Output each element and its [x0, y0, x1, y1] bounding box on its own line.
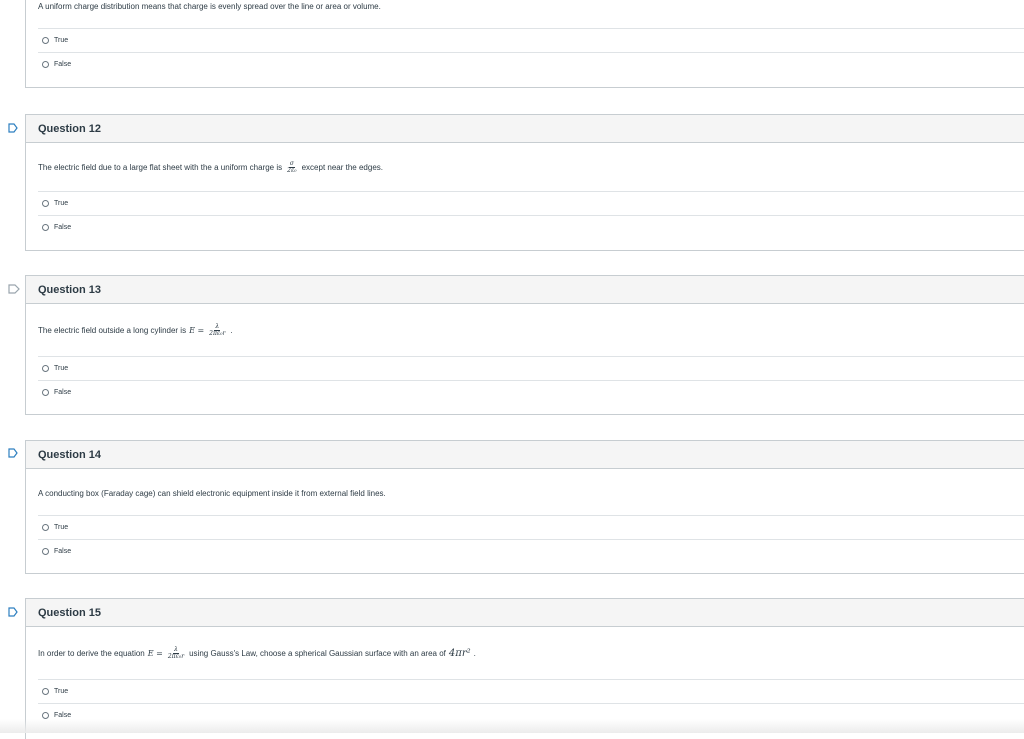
answer-label: True — [54, 524, 69, 531]
question-title: Question 13 — [38, 283, 101, 296]
answer-option-false[interactable]: False — [38, 539, 1024, 563]
radio-button-icon[interactable] — [42, 389, 49, 396]
fraction-lambda-over-2pi-epsilon-r: λ 2πε₀r — [168, 647, 184, 660]
question-13-header: Question 13 — [26, 276, 1024, 304]
question-title: Question 14 — [38, 448, 101, 461]
flag-question-14-icon[interactable] — [8, 448, 18, 458]
answer-option-false[interactable]: False — [38, 380, 1024, 404]
answer-label: True — [54, 365, 69, 372]
answer-option-true[interactable]: True — [38, 191, 1024, 215]
answer-option-true[interactable]: True — [38, 356, 1024, 380]
question-text-part: A conducting box (Faraday cage) can shie… — [38, 489, 386, 498]
answer-label: False — [54, 61, 72, 68]
flag-question-12-icon[interactable] — [8, 123, 18, 133]
question-text-part: . — [473, 649, 476, 658]
question-15-text: In order to derive the equation E = λ 2π… — [38, 647, 476, 660]
radio-button-icon[interactable] — [42, 224, 49, 231]
question-text-part: using Gauss's Law, choose a spherical Ga… — [189, 649, 446, 658]
question-11-text: A uniform charge distribution means that… — [38, 2, 381, 11]
answer-option-true[interactable]: True — [38, 515, 1024, 539]
question-14-text: A conducting box (Faraday cage) can shie… — [38, 489, 386, 498]
answer-label: False — [54, 389, 72, 396]
fraction-sigma-over-2-epsilon: σ 2ε₀ — [287, 161, 296, 174]
question-12-card: Question 12 The electric field due to a … — [25, 114, 1024, 251]
fraction-denominator: 2ε₀ — [287, 167, 297, 174]
bottom-shadow — [0, 719, 1024, 733]
answer-option-false[interactable]: False — [38, 52, 1024, 76]
question-title: Question 12 — [38, 122, 101, 135]
question-14-card: Question 14 A conducting box (Faraday ca… — [25, 440, 1024, 574]
equation-lhs: E = — [147, 649, 163, 658]
radio-button-icon[interactable] — [42, 548, 49, 555]
question-title: Question 15 — [38, 606, 101, 619]
fraction-denominator: 2πε₀r — [167, 653, 185, 660]
question-text-part: In order to derive the equation — [38, 649, 145, 658]
answer-label: False — [54, 224, 72, 231]
question-11-text-content: A uniform charge distribution means that… — [38, 2, 381, 11]
flag-question-13-icon[interactable] — [8, 284, 20, 294]
question-text-part: The electric field due to a large flat s… — [38, 163, 283, 172]
radio-button-icon[interactable] — [42, 524, 49, 531]
question-13-card: Question 13 The electric field outside a… — [25, 275, 1024, 415]
answer-option-false[interactable]: False — [38, 215, 1024, 239]
question-14-header: Question 14 — [26, 441, 1024, 469]
radio-button-icon[interactable] — [42, 688, 49, 695]
question-12-header: Question 12 — [26, 115, 1024, 143]
answer-label: True — [54, 200, 69, 207]
radio-button-icon[interactable] — [42, 61, 49, 68]
flag-question-15-icon[interactable] — [8, 607, 18, 617]
answer-option-true[interactable]: True — [38, 679, 1024, 703]
radio-button-icon[interactable] — [42, 37, 49, 44]
answer-label: True — [54, 688, 69, 695]
answer-label: True — [54, 37, 69, 44]
sphere-area-expression: 4πr² — [448, 648, 471, 659]
fraction-denominator: 2πε₀r — [209, 330, 226, 337]
question-13-text: The electric field outside a long cylind… — [38, 324, 233, 337]
question-15-card: Question 15 In order to derive the equat… — [25, 598, 1024, 739]
radio-button-icon[interactable] — [42, 365, 49, 372]
answer-label: False — [54, 712, 72, 719]
radio-button-icon[interactable] — [42, 712, 49, 719]
question-text-part: . — [230, 326, 233, 335]
answer-option-true[interactable]: True — [38, 28, 1024, 52]
answer-label: False — [54, 548, 72, 555]
question-15-header: Question 15 — [26, 599, 1024, 627]
radio-button-icon[interactable] — [42, 200, 49, 207]
question-12-text: The electric field due to a large flat s… — [38, 161, 383, 174]
question-text-part: except near the edges. — [301, 163, 383, 172]
equation-lhs: E = — [189, 326, 205, 335]
question-11-card: A uniform charge distribution means that… — [25, 0, 1024, 88]
question-text-part: The electric field outside a long cylind… — [38, 326, 187, 335]
fraction-lambda-over-2pi-epsilon-r: λ 2πε₀r — [209, 324, 225, 337]
